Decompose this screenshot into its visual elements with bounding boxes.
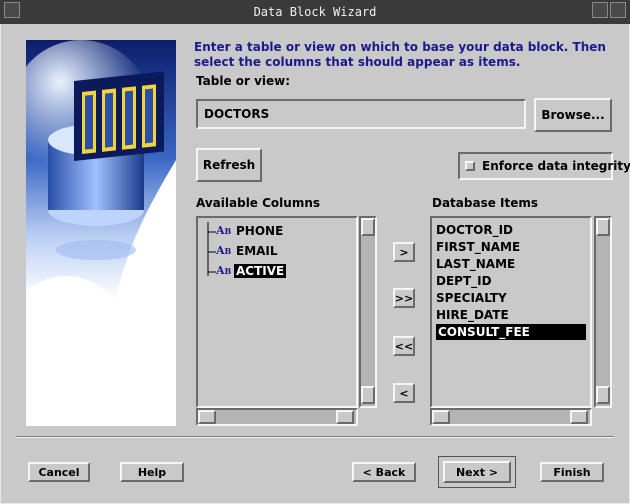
scroll-right-icon[interactable]: [570, 410, 588, 424]
enforce-integrity-label: Enforce data integrity: [482, 159, 630, 173]
available-columns-list[interactable]: AB PHONE AB EMAIL AB ACTIVE: [196, 216, 358, 408]
database-item-row[interactable]: LAST_NAME: [436, 256, 515, 272]
minimize-icon[interactable]: [592, 2, 608, 18]
footer-separator: [16, 436, 614, 438]
available-item-row[interactable]: AB ACTIVE: [216, 264, 352, 280]
available-item-label: EMAIL: [236, 244, 278, 258]
scroll-right-icon[interactable]: [336, 410, 354, 424]
wizard-illustration: [26, 40, 176, 426]
cancel-button[interactable]: Cancel: [28, 462, 90, 482]
database-vertical-scrollbar[interactable]: [594, 216, 612, 408]
database-item-row[interactable]: DOCTOR_ID: [436, 222, 513, 238]
help-button[interactable]: Help: [120, 462, 184, 482]
available-item-label: PHONE: [236, 224, 284, 238]
maximize-icon[interactable]: [610, 2, 626, 18]
add-one-button[interactable]: >: [393, 242, 415, 262]
column-type-icon: AB: [216, 264, 232, 277]
database-item-row[interactable]: FIRST_NAME: [436, 239, 520, 255]
scroll-down-icon[interactable]: [596, 386, 610, 404]
available-columns-label: Available Columns: [196, 196, 321, 210]
column-type-icon: AB: [216, 244, 232, 257]
database-items-list[interactable]: DOCTOR_ID FIRST_NAME LAST_NAME DEPT_ID S…: [430, 216, 592, 408]
scroll-up-icon[interactable]: [361, 218, 375, 236]
back-button[interactable]: < Back: [352, 462, 416, 482]
table-input[interactable]: DOCTORS: [196, 99, 526, 129]
available-item-label-selected: ACTIVE: [234, 264, 287, 278]
enforce-integrity-toggle[interactable]: Enforce data integrity: [458, 152, 630, 180]
title-bar[interactable]: Data Block Wizard: [0, 0, 630, 24]
database-item-row[interactable]: HIRE_DATE: [436, 307, 509, 323]
available-item-row[interactable]: AB PHONE: [216, 224, 352, 240]
table-label: Table or view:: [196, 74, 291, 88]
finish-button[interactable]: Finish: [540, 462, 604, 482]
available-vertical-scrollbar[interactable]: [359, 216, 377, 408]
remove-one-button[interactable]: <: [393, 383, 415, 403]
scroll-up-icon[interactable]: [596, 218, 610, 236]
window-title: Data Block Wizard: [253, 5, 377, 19]
next-button[interactable]: Next >: [443, 461, 511, 483]
refresh-button[interactable]: Refresh: [196, 148, 262, 182]
scroll-left-icon[interactable]: [432, 410, 450, 424]
scroll-left-icon[interactable]: [198, 410, 216, 424]
available-horizontal-scrollbar[interactable]: [196, 408, 358, 426]
enforce-integrity-checkbox[interactable]: [465, 161, 475, 171]
add-all-button[interactable]: >>: [393, 288, 415, 308]
scroll-down-icon[interactable]: [361, 386, 375, 404]
database-horizontal-scrollbar[interactable]: [430, 408, 592, 426]
database-item-row[interactable]: SPECIALTY: [436, 290, 507, 306]
remove-all-button[interactable]: <<: [393, 336, 415, 356]
available-item-row[interactable]: AB EMAIL: [216, 244, 352, 260]
database-item-row-selected[interactable]: CONSULT_FEE: [436, 324, 586, 340]
database-items-label: Database Items: [432, 196, 539, 210]
browse-button[interactable]: Browse...: [534, 98, 612, 132]
instruction-text: Enter a table or view on which to base y…: [194, 40, 606, 69]
table-input-value: DOCTORS: [204, 107, 270, 121]
column-type-icon: AB: [216, 224, 232, 237]
database-item-row[interactable]: DEPT_ID: [436, 273, 492, 289]
